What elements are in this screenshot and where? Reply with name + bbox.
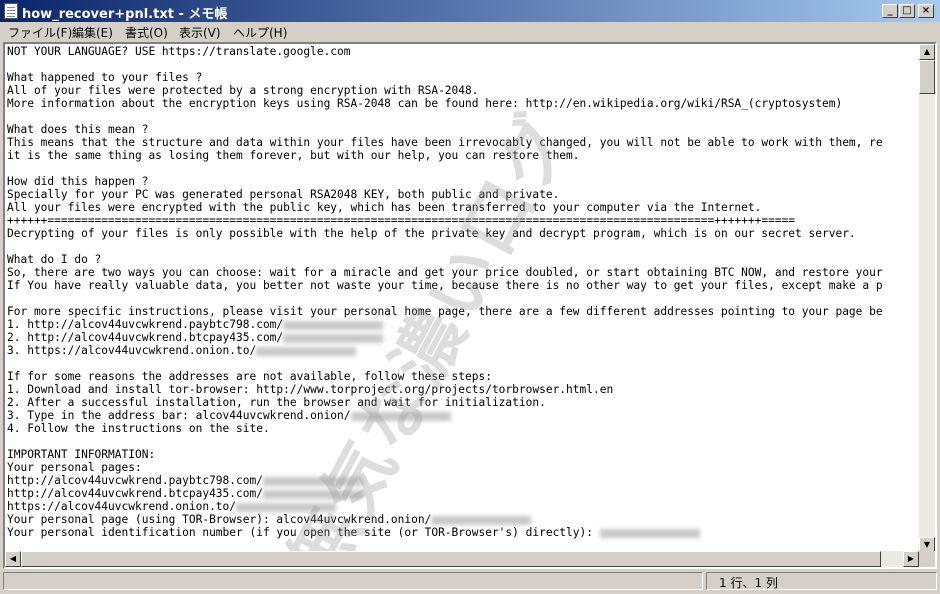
status-panel-main: [3, 572, 703, 590]
redacted-text: [236, 502, 337, 512]
text-line: All your files were encrypted with the p…: [7, 201, 762, 214]
minimize-button[interactable]: _: [882, 4, 898, 18]
menu-view[interactable]: 表示(V): [179, 24, 221, 41]
close-button[interactable]: ×: [918, 4, 934, 18]
text-line-content: https://alcov44uvcwkrend.onion.to/: [7, 500, 237, 513]
text-line: So, there are two ways you can choose: w…: [7, 266, 883, 279]
redacted-text: [262, 476, 363, 486]
redacted-text: [283, 333, 384, 343]
scrollbar-corner: [919, 551, 935, 567]
text-line: 1. Download and install tor-browser: htt…: [7, 383, 614, 396]
text-line: ++++++==================================…: [7, 214, 796, 227]
text-line-content: 3. https://alcov44uvcwkrend.onion.to/: [7, 344, 257, 357]
text-line: 2. After a successful installation, run …: [7, 396, 546, 409]
text-line: What do I do ?: [7, 253, 102, 266]
text-line: What happened to your files ?: [7, 71, 203, 84]
text-line: 1. http://alcov44uvcwkrend.paybtc798.com…: [7, 318, 384, 331]
text-area[interactable]: NOT YOUR LANGUAGE? USE https://translate…: [7, 45, 919, 551]
text-line: Your personal pages:: [7, 461, 142, 474]
redacted-text: [256, 346, 357, 356]
menu-format[interactable]: 書式(O): [125, 24, 168, 41]
menu-file[interactable]: ファイル(F): [8, 24, 72, 41]
menu-bar: ファイル(F) 編集(E) 書式(O) 表示(V) ヘルプ(H): [0, 22, 940, 42]
horizontal-scrollbar[interactable]: ◀ ▶: [5, 551, 919, 567]
redacted-text: [431, 515, 532, 525]
text-line-content: http://alcov44uvcwkrend.btcpay435.com/: [7, 487, 263, 500]
text-line: NOT YOUR LANGUAGE? USE https://translate…: [7, 45, 351, 58]
vertical-scrollbar[interactable]: ▲ ▼: [919, 44, 935, 553]
text-line: IMPORTANT INFORMATION:: [7, 448, 156, 461]
text-line: http://alcov44uvcwkrend.btcpay435.com/: [7, 487, 363, 500]
text-line: This means that the structure and data w…: [7, 136, 883, 149]
text-line: How did this happen ?: [7, 175, 149, 188]
status-bar: 1 行、1 列: [0, 570, 940, 594]
text-line: it is the same thing as losing them fore…: [7, 149, 580, 162]
horizontal-scroll-thumb[interactable]: [21, 551, 881, 567]
text-editor[interactable]: NOT YOUR LANGUAGE? USE https://translate…: [3, 42, 937, 569]
redacted-text: [262, 489, 363, 499]
text-line: More information about the encryption ke…: [7, 97, 843, 110]
text-line-content: 1. http://alcov44uvcwkrend.paybtc798.com…: [7, 318, 284, 331]
text-line: http://alcov44uvcwkrend.paybtc798.com/: [7, 474, 363, 487]
text-line: If for some reasons the addresses are no…: [7, 370, 492, 383]
title-bar[interactable]: how_recover+pnl.txt - メモ帳 _ □ ×: [0, 0, 940, 22]
text-line-content: 2. http://alcov44uvcwkrend.btcpay435.com…: [7, 331, 284, 344]
text-line: Specially for your PC was generated pers…: [7, 188, 560, 201]
text-line: What does this mean ?: [7, 123, 149, 136]
notepad-icon[interactable]: [4, 3, 18, 19]
scroll-up-button[interactable]: ▲: [919, 44, 935, 60]
text-line: 2. http://alcov44uvcwkrend.btcpay435.com…: [7, 331, 384, 344]
text-line: All of your files were protected by a st…: [7, 84, 479, 97]
text-line-content: http://alcov44uvcwkrend.paybtc798.com/: [7, 474, 263, 487]
text-line: Your personal page (using TOR-Browser): …: [7, 513, 532, 526]
text-line: Your personal identification number (if …: [7, 526, 700, 539]
text-line-content: 3. Type in the address bar: alcov44uvcwk…: [7, 409, 351, 422]
menu-help[interactable]: ヘルプ(H): [233, 24, 287, 41]
text-line-content: Your personal identification number (if …: [7, 526, 600, 539]
text-line: If You have really valuable data, you be…: [7, 279, 883, 292]
text-line-content: Your personal page (using TOR-Browser): …: [7, 513, 432, 526]
window-title: how_recover+pnl.txt - メモ帳: [22, 7, 228, 22]
redacted-text: [599, 528, 700, 538]
text-line: 3. https://alcov44uvcwkrend.onion.to/: [7, 344, 357, 357]
vertical-scroll-thumb[interactable]: [919, 60, 935, 94]
redacted-text: [350, 411, 451, 421]
menu-edit[interactable]: 編集(E): [72, 24, 113, 41]
text-line: Decrypting of your files is only possibl…: [7, 227, 856, 240]
scroll-left-button[interactable]: ◀: [5, 551, 21, 567]
maximize-button[interactable]: □: [899, 4, 915, 18]
text-line: 3. Type in the address bar: alcov44uvcwk…: [7, 409, 451, 422]
redacted-text: [283, 320, 384, 330]
status-position: 1 行、1 列: [706, 572, 937, 590]
text-line: https://alcov44uvcwkrend.onion.to/: [7, 500, 337, 513]
text-line: 4. Follow the instructions on the site.: [7, 422, 270, 435]
scroll-right-button[interactable]: ▶: [903, 551, 919, 567]
text-line: For more specific instructions, please v…: [7, 305, 883, 318]
